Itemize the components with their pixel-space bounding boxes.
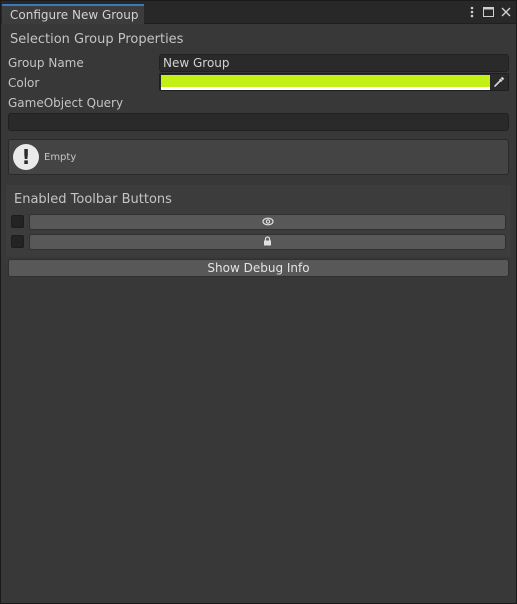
help-message: Empty	[44, 152, 77, 163]
color-field[interactable]	[159, 73, 509, 91]
query-field[interactable]	[8, 113, 509, 131]
window-controls	[465, 5, 512, 19]
lock-toggle-checkbox[interactable]	[11, 235, 24, 248]
visibility-toggle-checkbox[interactable]	[11, 215, 24, 228]
tab-bar: Configure New Group	[1, 1, 516, 24]
color-alpha-bar	[161, 87, 490, 90]
visibility-icon	[261, 215, 274, 229]
color-swatch[interactable]	[161, 75, 490, 87]
show-debug-info-button[interactable]: Show Debug Info	[8, 259, 509, 277]
maximize-icon[interactable]	[482, 5, 495, 19]
warning-icon: !	[13, 144, 39, 170]
lock-icon	[263, 235, 272, 249]
tab-configure-new-group[interactable]: Configure New Group	[2, 4, 144, 24]
help-box: ! Empty	[8, 139, 509, 175]
group-name-field[interactable]: New Group	[159, 54, 509, 72]
color-label: Color	[8, 76, 40, 90]
editor-window: Configure New Group Selection Group Prop…	[0, 0, 517, 604]
toolbar-section-title: Enabled Toolbar Buttons	[14, 192, 172, 207]
more-options-icon[interactable]	[465, 5, 478, 19]
section-title: Selection Group Properties	[10, 32, 184, 47]
group-name-label: Group Name	[8, 56, 84, 70]
toolbar-buttons-panel: Enabled Toolbar Buttons	[6, 185, 511, 257]
close-icon[interactable]	[499, 5, 512, 19]
eyedropper-icon[interactable]	[490, 75, 507, 89]
query-label: GameObject Query	[8, 96, 124, 110]
visibility-toolbar-button[interactable]	[29, 214, 506, 230]
lock-toolbar-button[interactable]	[29, 234, 506, 250]
